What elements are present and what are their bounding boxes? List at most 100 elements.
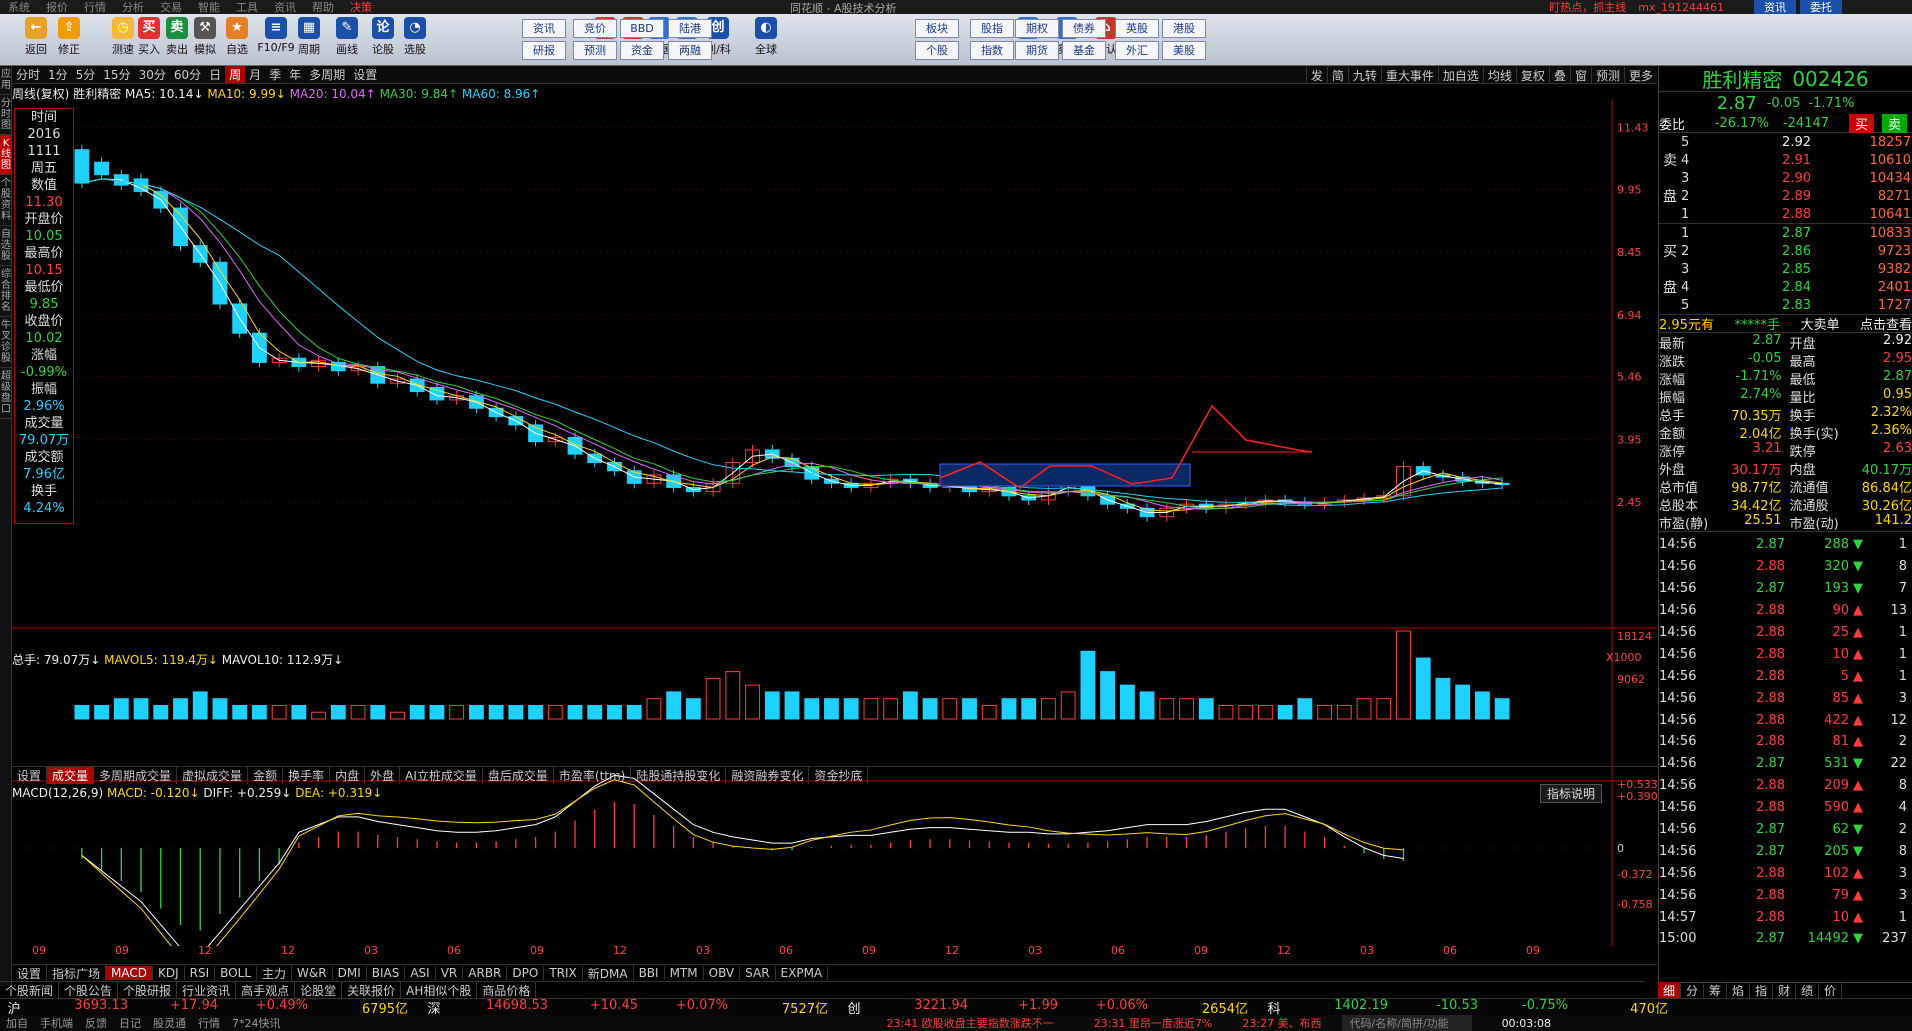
volume-tab-7[interactable]: 外盘 (365, 767, 401, 784)
side-nav-item-2[interactable]: K线图 (0, 135, 12, 175)
index-1[interactable]: 深 14698.53 +10.45 +0.07% 7527亿 (420, 998, 840, 1017)
quick-box-0-1[interactable]: 研报 (522, 41, 566, 60)
period-tab-5[interactable]: 60分 (170, 66, 205, 83)
chart-tool-1[interactable]: 简 (1326, 66, 1348, 84)
indicator-tab-15[interactable]: 新DMA (583, 964, 634, 982)
buy-level-4[interactable]: 盘 4 2.84 2401 (1659, 278, 1912, 297)
volume-tab-12[interactable]: 融资融券变化 (726, 767, 810, 784)
period-tab-0[interactable]: 分时 (12, 66, 44, 83)
search-input[interactable]: 代码/名称/简拼/功能 (1341, 1015, 1472, 1031)
news-headline-3[interactable]: 23:27 美、布西 (1242, 1015, 1321, 1031)
chart-tool-4[interactable]: 加自选 (1437, 66, 1483, 84)
menu-item-4[interactable]: 交易 (152, 0, 190, 14)
select-tool-button[interactable]: ◔ 选股 (399, 17, 431, 57)
buy-button[interactable]: 买 (1849, 113, 1875, 133)
chart-tool-6[interactable]: 复权 (1515, 66, 1549, 84)
quote-tab-7[interactable]: 价 (1819, 982, 1843, 999)
bottom-link-2[interactable]: 反馈 (79, 1015, 113, 1031)
indicator-tab-5[interactable]: BOLL (215, 966, 258, 980)
quick-box-2-1[interactable]: 资金 (620, 41, 664, 60)
menu-item-1[interactable]: 报价 (38, 0, 76, 14)
sell-level-3[interactable]: 3 2.90 10434 (1659, 169, 1912, 187)
volume-tab-11[interactable]: 陆股通持股变化 (631, 767, 727, 784)
period-tab-9[interactable]: 季 (265, 66, 285, 83)
menu-item-6[interactable]: 工具 (228, 0, 266, 14)
info-tab-2[interactable]: 个股研报 (118, 981, 178, 999)
menu-item-9[interactable]: 决策 (342, 0, 380, 14)
period-tab-10[interactable]: 年 (285, 66, 305, 83)
quick-box-3-0[interactable]: 陆港 (668, 19, 712, 38)
info-tab-4[interactable]: 高手观点 (236, 981, 296, 999)
indicator-tab-0[interactable]: 设置 (12, 964, 48, 982)
indicator-tab-14[interactable]: TRIX (544, 966, 583, 980)
quote-tab-6[interactable]: 绩 (1796, 982, 1820, 999)
quote-tab-1[interactable]: 分 (1681, 982, 1705, 999)
globe-tool-button[interactable]: ◐ 全球 (750, 17, 782, 57)
indicator-tab-6[interactable]: 主力 (257, 964, 293, 982)
indicator-tab-17[interactable]: MTM (665, 966, 704, 980)
big-order-link[interactable]: 点击查看 (1860, 314, 1912, 333)
period-tab-6[interactable]: 日 (205, 66, 225, 83)
period-tab-1[interactable]: 1分 (44, 66, 72, 83)
indicator-tab-9[interactable]: BIAS (367, 966, 406, 980)
indicator-tab-2[interactable]: MACD (106, 966, 154, 980)
quick-box-2-0[interactable]: BBD (620, 19, 664, 38)
volume-tab-3[interactable]: 虚拟成交量 (177, 767, 249, 784)
chart-tool-5[interactable]: 均线 (1482, 66, 1516, 84)
sell-level-5[interactable]: 5 2.92 18257 (1659, 133, 1912, 151)
quick-box-7-1[interactable]: 基金 (1062, 41, 1106, 60)
news-headline-2[interactable]: 23:31 里昂一度涨近7% (1094, 1015, 1213, 1031)
menu-item-8[interactable]: 帮助 (304, 0, 342, 14)
sell-level-1[interactable]: 1 2.88 10641 (1659, 205, 1912, 223)
buy-level-2[interactable]: 买 2 2.86 9723 (1659, 242, 1912, 261)
bottom-link-6[interactable]: 7*24快讯 (226, 1015, 287, 1031)
info-tab-3[interactable]: 行业资讯 (177, 981, 237, 999)
sell-button[interactable]: 卖 (1882, 113, 1908, 133)
indicator-tab-11[interactable]: VR (436, 966, 464, 980)
indicator-tab-7[interactable]: W&R (292, 966, 333, 980)
quote-tab-3[interactable]: 焰 (1727, 982, 1751, 999)
sell-level-4[interactable]: 卖 4 2.91 10610 (1659, 151, 1912, 170)
quick-box-9-1[interactable]: 美股 (1162, 41, 1206, 60)
side-nav-item-1[interactable]: 分时图 (0, 95, 12, 135)
period-tab-2[interactable]: 5分 (72, 66, 100, 83)
buy-level-1[interactable]: 1 2.87 10833 (1659, 224, 1912, 242)
sell-level-2[interactable]: 盘 2 2.89 8271 (1659, 187, 1912, 206)
menu-item-5[interactable]: 智能 (190, 0, 228, 14)
quote-tab-5[interactable]: 财 (1773, 982, 1797, 999)
volume-tab-13[interactable]: 资金抄底 (809, 767, 869, 784)
news-headline-1[interactable]: 23:41 欧股收盘主要指数涨跌不一 (887, 1015, 1054, 1031)
indicator-tab-20[interactable]: EXPMA (776, 966, 829, 980)
chat-tool-button[interactable]: 论论股 (367, 17, 399, 57)
period-tab-7[interactable]: 周 (225, 66, 246, 83)
volume-tab-2[interactable]: 多周期成交量 (94, 767, 178, 784)
quick-box-4-1[interactable]: 个股 (915, 41, 959, 60)
quick-box-7-0[interactable]: 债券 (1062, 19, 1106, 38)
menu-item-2[interactable]: 行情 (76, 0, 114, 14)
indicator-tab-18[interactable]: OBV (704, 966, 741, 980)
period-tab-8[interactable]: 月 (245, 66, 265, 83)
period-tab-3[interactable]: 15分 (99, 66, 134, 83)
news-ticker[interactable]: 盯热点，抓主线 (1549, 0, 1626, 15)
indicator-tab-4[interactable]: RSI (185, 966, 216, 980)
indicator-tab-13[interactable]: DPO (507, 966, 545, 980)
chart-tool-2[interactable]: 九转 (1347, 66, 1381, 84)
quote-tab-2[interactable]: 筹 (1704, 982, 1728, 999)
side-nav-item-7[interactable]: 超级盘口 (0, 368, 12, 419)
bottom-link-3[interactable]: 日记 (113, 1015, 147, 1031)
volume-tab-5[interactable]: 换手率 (283, 767, 331, 784)
info-tab-5[interactable]: 论股堂 (295, 981, 343, 999)
quote-tab-0[interactable]: 细 (1658, 982, 1682, 999)
buy-level-3[interactable]: 3 2.85 9382 (1659, 260, 1912, 278)
side-nav-item-4[interactable]: 自选股 (0, 226, 12, 266)
quick-box-8-0[interactable]: 英股 (1115, 19, 1159, 38)
bottom-link-4[interactable]: 股灵通 (147, 1015, 192, 1031)
volume-tab-4[interactable]: 金额 (248, 767, 284, 784)
quick-box-3-1[interactable]: 两融 (668, 41, 712, 60)
chart-tool-9[interactable]: 预测 (1590, 66, 1624, 84)
quick-box-5-1[interactable]: 指数 (970, 41, 1014, 60)
quick-box-6-0[interactable]: 期权 (1015, 19, 1059, 38)
volume-tab-6[interactable]: 内盘 (330, 767, 366, 784)
quick-box-1-0[interactable]: 竞价 (573, 19, 617, 38)
chart-tool-3[interactable]: 重大事件 (1380, 66, 1438, 84)
